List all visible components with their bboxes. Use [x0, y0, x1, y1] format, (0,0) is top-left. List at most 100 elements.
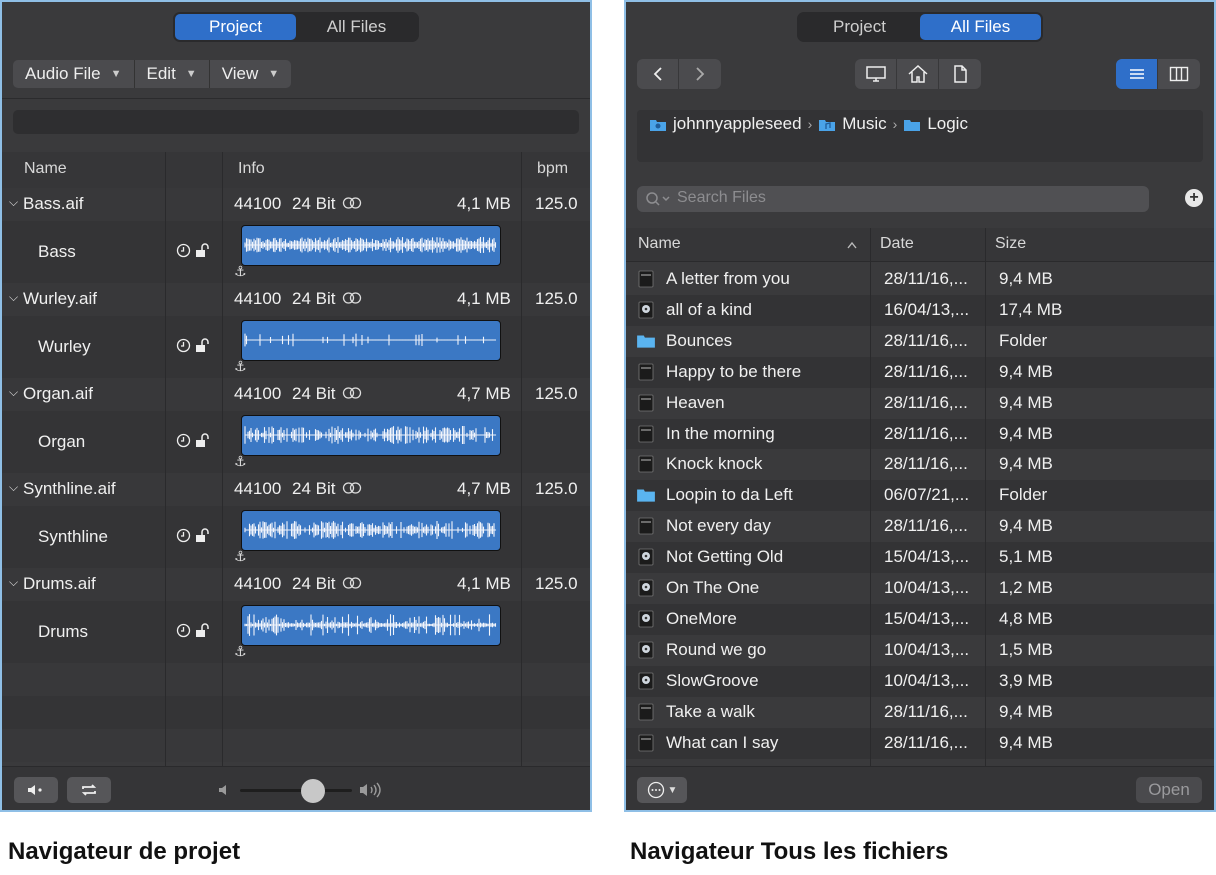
user-folder-icon [649, 117, 667, 132]
breadcrumb-logic[interactable]: Logic [927, 114, 968, 134]
region-waveform[interactable] [241, 605, 501, 646]
region-waveform[interactable] [241, 225, 501, 266]
file-row[interactable]: Not every day 28/11/16,... 9,4 MB [626, 511, 1214, 543]
cycle-button[interactable] [67, 777, 111, 803]
empty-row [2, 729, 590, 762]
caption-project-browser: Navigateur de projet [8, 838, 241, 865]
waveform-graphic [244, 614, 497, 636]
anchor-icon[interactable]: ⚓ [234, 263, 247, 280]
documents-button[interactable] [939, 59, 981, 89]
region-waveform[interactable] [241, 320, 501, 361]
column-date[interactable]: Date [880, 235, 914, 253]
preview-volume-button[interactable] [14, 777, 58, 803]
browser-tab-switcher: Project All Files [173, 12, 419, 42]
file-date: 28/11/16,... [884, 732, 968, 752]
list-view-button[interactable] [1116, 59, 1158, 89]
stereo-icon [342, 197, 362, 209]
file-name: What can I say [666, 732, 779, 752]
region-row[interactable]: Organ ⚓ [2, 411, 590, 473]
file-size: 9,4 MB [999, 361, 1053, 381]
unlocked-icon [196, 433, 209, 447]
file-row[interactable]: Round we go 10/04/13,... 1,5 MB [626, 634, 1214, 666]
disclosure-chevron-icon[interactable]: ⌵ [9, 480, 18, 495]
column-divider [165, 152, 166, 766]
waveform-graphic [244, 426, 497, 444]
disclosure-chevron-icon[interactable]: ⌵ [9, 195, 18, 210]
back-button[interactable] [637, 59, 679, 89]
computer-button[interactable] [855, 59, 897, 89]
audio-file-row[interactable]: ⌵ Drums.aif 44100 24 Bit 4,1 MB 125.0 [2, 568, 590, 601]
view-menu[interactable]: View ▼ [209, 60, 292, 88]
tab-all-files[interactable]: All Files [296, 14, 417, 40]
file-name: Loopin to da Left [666, 485, 793, 505]
file-row[interactable]: Bounces 28/11/16,... Folder [626, 325, 1214, 357]
column-bpm[interactable]: bpm [537, 160, 568, 178]
file-row[interactable]: A letter from you 28/11/16,... 9,4 MB [626, 264, 1214, 295]
volume-slider-thumb[interactable] [300, 779, 325, 803]
folder-icon [903, 117, 921, 132]
search-input[interactable]: Search Files [637, 186, 1149, 212]
chevron-down-icon: ▼ [268, 68, 280, 80]
file-row[interactable]: In the morning 28/11/16,... 9,4 MB [626, 418, 1214, 450]
audio-file-menu[interactable]: Audio File ▼ [13, 60, 135, 88]
anchor-icon[interactable]: ⚓ [234, 358, 247, 375]
chevron-down-icon: ▼ [667, 784, 678, 796]
column-size[interactable]: Size [995, 235, 1026, 253]
file-date: 10/04/13,... [884, 639, 970, 659]
location-buttons [855, 59, 981, 89]
file-row[interactable]: SlowGroove 10/04/13,... 3,9 MB [626, 665, 1214, 697]
file-date: 16/04/13,... [884, 299, 970, 319]
home-icon [908, 65, 927, 83]
region-waveform[interactable] [241, 415, 501, 456]
region-row[interactable]: Drums ⚓ [2, 601, 590, 663]
region-row[interactable]: Synthline ⚓ [2, 506, 590, 568]
home-button[interactable] [897, 59, 939, 89]
file-row[interactable]: On The One 10/04/13,... 1,2 MB [626, 573, 1214, 604]
region-row[interactable]: Bass ⚓ [2, 221, 590, 283]
volume-slider[interactable] [240, 789, 352, 792]
file-row[interactable]: Heaven 28/11/16,... 9,4 MB [626, 387, 1214, 419]
disclosure-chevron-icon[interactable]: ⌵ [9, 290, 18, 305]
audio-file-row[interactable]: ⌵ Wurley.aif 44100 24 Bit 4,1 MB 125.0 [2, 283, 590, 316]
region-waveform[interactable] [241, 510, 501, 551]
audio-file-icon [638, 455, 654, 473]
file-row[interactable]: Take a walk 28/11/16,... 9,4 MB [626, 696, 1214, 728]
edit-menu[interactable]: Edit ▼ [134, 60, 210, 88]
audio-file-row[interactable]: ⌵ Bass.aif 44100 24 Bit 4,1 MB 125.0 [2, 188, 590, 221]
anchor-icon[interactable]: ⚓ [234, 643, 247, 660]
column-name[interactable]: Name [638, 235, 681, 253]
audio-file-row[interactable]: ⌵ Organ.aif 44100 24 Bit 4,7 MB 125.0 [2, 378, 590, 411]
file-name: In the morning [666, 423, 775, 443]
more-actions-button[interactable]: ▼ [637, 777, 687, 803]
file-row[interactable]: Happy to be there 28/11/16,... 9,4 MB [626, 356, 1214, 388]
waveform-graphic [244, 237, 497, 253]
file-row[interactable]: Knock knock 28/11/16,... 9,4 MB [626, 449, 1214, 481]
file-row[interactable]: OneMore 15/04/13,... 4,8 MB [626, 603, 1214, 635]
anchor-icon[interactable]: ⚓ [234, 453, 247, 470]
file-row[interactable]: Loopin to da Left 06/07/21,... Folder [626, 480, 1214, 512]
column-view-button[interactable] [1158, 59, 1200, 89]
file-size: 9,4 MB [999, 454, 1053, 474]
disclosure-chevron-icon[interactable]: ⌵ [9, 385, 18, 400]
breadcrumb-music[interactable]: Music [842, 114, 886, 134]
audio-file-row[interactable]: ⌵ Synthline.aif 44100 24 Bit 4,7 MB 125.0 [2, 473, 590, 506]
add-icon[interactable]: + [1185, 189, 1203, 207]
file-row[interactable]: What can I say 28/11/16,... 9,4 MB [626, 727, 1214, 759]
forward-button[interactable] [679, 59, 721, 89]
file-row[interactable]: Not Getting Old 15/04/13,... 5,1 MB [626, 542, 1214, 574]
file-date: 28/11/16,... [884, 423, 968, 443]
disclosure-chevron-icon[interactable]: ⌵ [9, 575, 18, 590]
region-row[interactable]: Wurley ⚓ [2, 316, 590, 378]
tab-project[interactable]: Project [799, 14, 920, 40]
anchor-icon[interactable]: ⚓ [234, 548, 247, 565]
tab-all-files[interactable]: All Files [920, 14, 1041, 40]
column-name[interactable]: Name [24, 160, 67, 178]
filter-bar[interactable] [13, 110, 579, 134]
file-row[interactable]: all of a kind 16/04/13,... 17,4 MB [626, 294, 1214, 326]
stereo-icon [342, 387, 362, 399]
bit-depth: 24 Bit [292, 194, 336, 213]
tab-project[interactable]: Project [175, 14, 296, 40]
breadcrumb-user[interactable]: johnnyappleseed [673, 114, 802, 134]
column-info[interactable]: Info [238, 160, 265, 178]
open-button[interactable]: Open [1136, 777, 1202, 803]
